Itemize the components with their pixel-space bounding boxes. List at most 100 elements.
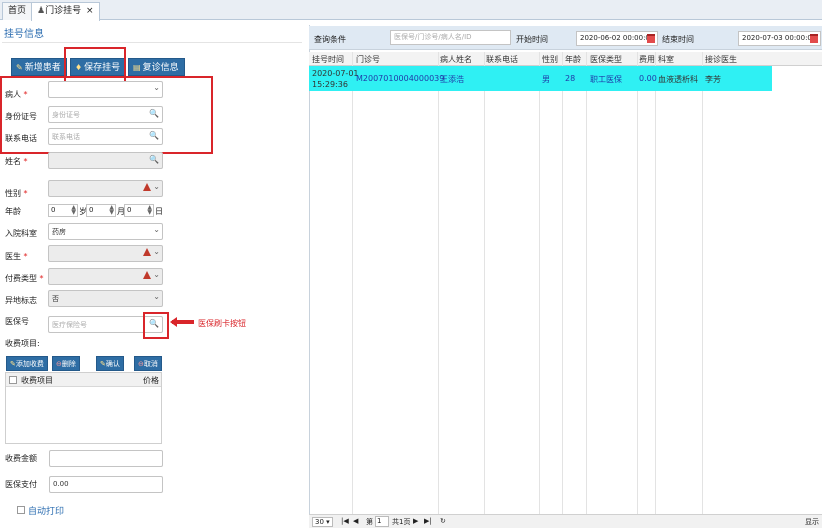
fee-section-label: 收费项目: — [5, 339, 40, 348]
first-page-icon[interactable]: |◀ — [341, 517, 349, 525]
search-icon[interactable]: 🔍 — [149, 131, 159, 140]
phone-label: 联系电话 — [5, 134, 37, 143]
pay-type-label: 付费类型 * — [5, 274, 44, 283]
revisit-info-button[interactable]: ▤ 复诊信息 — [128, 58, 185, 76]
id-card-placeholder: 身份证号 — [52, 111, 80, 119]
query-input[interactable]: 医保号/门诊号/病人名/ID — [390, 30, 511, 45]
fee-col-price: 价格 — [143, 376, 159, 385]
pencil-icon: ✎ — [16, 63, 23, 72]
highlight-card-button — [143, 312, 169, 339]
fee-amount-input[interactable] — [49, 450, 163, 467]
total-pages: 共1页 — [392, 518, 411, 526]
cancel-label: 取消 — [143, 360, 158, 368]
insurance-pay-input[interactable]: 0.00 — [49, 476, 163, 493]
calendar-icon[interactable] — [810, 34, 818, 43]
stepper-arrows-icon[interactable]: ▲ ▼ — [147, 205, 152, 216]
document-icon: ▤ — [133, 63, 141, 72]
refresh-icon[interactable]: ↻ — [440, 517, 446, 525]
col-divider — [637, 52, 638, 514]
query-placeholder: 医保号/门诊号/病人名/ID — [394, 33, 472, 41]
search-icon[interactable]: 🔍 — [149, 155, 159, 164]
col-patient-name: 病人姓名 — [440, 55, 472, 64]
close-tab-icon[interactable]: × — [86, 6, 94, 16]
next-page-icon[interactable]: ▶ — [413, 517, 418, 525]
divider — [2, 42, 302, 43]
tab-home[interactable]: 首页 — [2, 2, 33, 20]
start-time-input[interactable]: 2020-06-02 00:00:00 — [576, 31, 658, 46]
col-gender: 性别 — [542, 55, 558, 64]
doctor-select[interactable]: ⌄ — [48, 245, 163, 262]
col-outpatient-no: 门诊号 — [356, 55, 380, 64]
end-time-label: 结束时间 — [662, 35, 694, 44]
end-time-value: 2020-07-03 00:00:00 — [742, 34, 817, 42]
select-all-checkbox[interactable] — [9, 376, 17, 384]
col-phone: 联系电话 — [486, 55, 518, 64]
doctor-label: 医生 * — [5, 252, 28, 261]
prev-page-icon[interactable]: ◀ — [353, 517, 358, 525]
insurance-pay-value: 0.00 — [53, 480, 69, 488]
warning-icon — [143, 183, 151, 191]
col-divider — [702, 52, 703, 514]
start-time-value: 2020-06-02 00:00:00 — [580, 34, 655, 42]
search-icon[interactable]: 🔍 — [149, 109, 159, 118]
new-patient-button[interactable]: ✎ 新增患者 — [11, 58, 67, 76]
table-row[interactable]: 2020-07-01 15:29:36 M2007010004000039 王添… — [309, 66, 772, 91]
col-fee: 费用 — [639, 55, 655, 64]
calendar-icon[interactable] — [647, 34, 655, 43]
auto-print-label[interactable]: 自动打印 — [28, 504, 64, 517]
display-info: 显示 — [805, 518, 819, 526]
id-card-input[interactable]: 身份证号 🔍 — [48, 106, 163, 123]
patient-select[interactable]: ⌄ — [48, 81, 163, 98]
phone-input[interactable]: 联系电话 🔍 — [48, 128, 163, 145]
tab-bar: 首页 ♟门诊挂号 × — [0, 0, 822, 21]
pay-type-select[interactable]: ⌄ — [48, 268, 163, 285]
page-number-input[interactable]: 1 — [375, 516, 389, 527]
last-page-icon[interactable]: ▶| — [424, 517, 432, 525]
fee-col-item: 收费项目 — [21, 376, 53, 385]
query-bar: 查询条件 医保号/门诊号/病人名/ID 开始时间 2020-06-02 00:0… — [309, 26, 822, 50]
age-months-stepper[interactable]: 0 ▲ ▼ — [86, 204, 116, 217]
id-card-label: 身份证号 — [5, 112, 37, 121]
age-label: 年龄 — [5, 207, 21, 216]
age-years-stepper[interactable]: 0 ▲ ▼ — [48, 204, 78, 217]
cell-dept: 血液透析科 — [658, 75, 698, 84]
cell-time: 15:29:36 — [312, 80, 348, 89]
dept-label: 入院科室 — [5, 229, 37, 238]
days-unit: 日 — [155, 207, 163, 216]
warning-icon — [143, 271, 151, 279]
delete-fee-button[interactable]: ⊖删除 — [52, 356, 80, 371]
end-time-input[interactable]: 2020-07-03 00:00:00 — [738, 31, 821, 46]
col-divider — [562, 52, 563, 514]
gender-select[interactable]: ⌄ — [48, 180, 163, 197]
cell-gender: 男 — [542, 75, 550, 84]
chevron-down-icon: ⌄ — [153, 83, 160, 92]
chevron-down-icon: ⌄ — [153, 225, 160, 234]
dept-select[interactable]: 药房 ⌄ — [48, 223, 163, 240]
nonlocal-select[interactable]: 否 ⌄ — [48, 290, 163, 307]
stepper-arrows-icon[interactable]: ▲ ▼ — [109, 205, 114, 216]
tab-home-label: 首页 — [8, 6, 27, 16]
dept-value: 药房 — [52, 228, 66, 236]
col-dept: 科室 — [658, 55, 674, 64]
pager: 30 ▾ |◀ ◀ 第 1 共1页 ▶ ▶| ↻ 显示 — [309, 514, 822, 528]
stepper-arrows-icon[interactable]: ▲ ▼ — [71, 205, 76, 216]
cell-age: 28 — [565, 74, 576, 83]
cell-doctor: 李芳 — [705, 75, 721, 84]
cell-patient-name: 王添浩 — [440, 75, 464, 84]
tab-outpatient-label: 门诊挂号 — [45, 6, 82, 16]
chevron-down-icon: ⌄ — [153, 270, 160, 279]
auto-print-checkbox[interactable] — [17, 506, 25, 514]
nonlocal-value: 否 — [52, 295, 59, 303]
cancel-fee-button[interactable]: ⊖取消 — [134, 356, 162, 371]
fee-amount-label: 收费金额 — [5, 454, 37, 463]
add-fee-button[interactable]: ✎添加收费 — [6, 356, 48, 371]
age-days-stepper[interactable]: 0 ▲ ▼ — [124, 204, 154, 217]
col-doctor: 接诊医生 — [705, 55, 737, 64]
confirm-fee-button[interactable]: ✎确认 — [96, 356, 124, 371]
fee-table-header: 收费项目 价格 — [6, 373, 161, 387]
tab-outpatient-registration[interactable]: ♟门诊挂号 × — [31, 2, 100, 21]
cell-outpatient-no: M2007010004000039 — [356, 74, 445, 83]
fee-table: 收费项目 价格 — [5, 372, 162, 444]
name-input[interactable]: 🔍 — [48, 152, 163, 169]
page-size-select[interactable]: 30 ▾ — [312, 517, 333, 527]
